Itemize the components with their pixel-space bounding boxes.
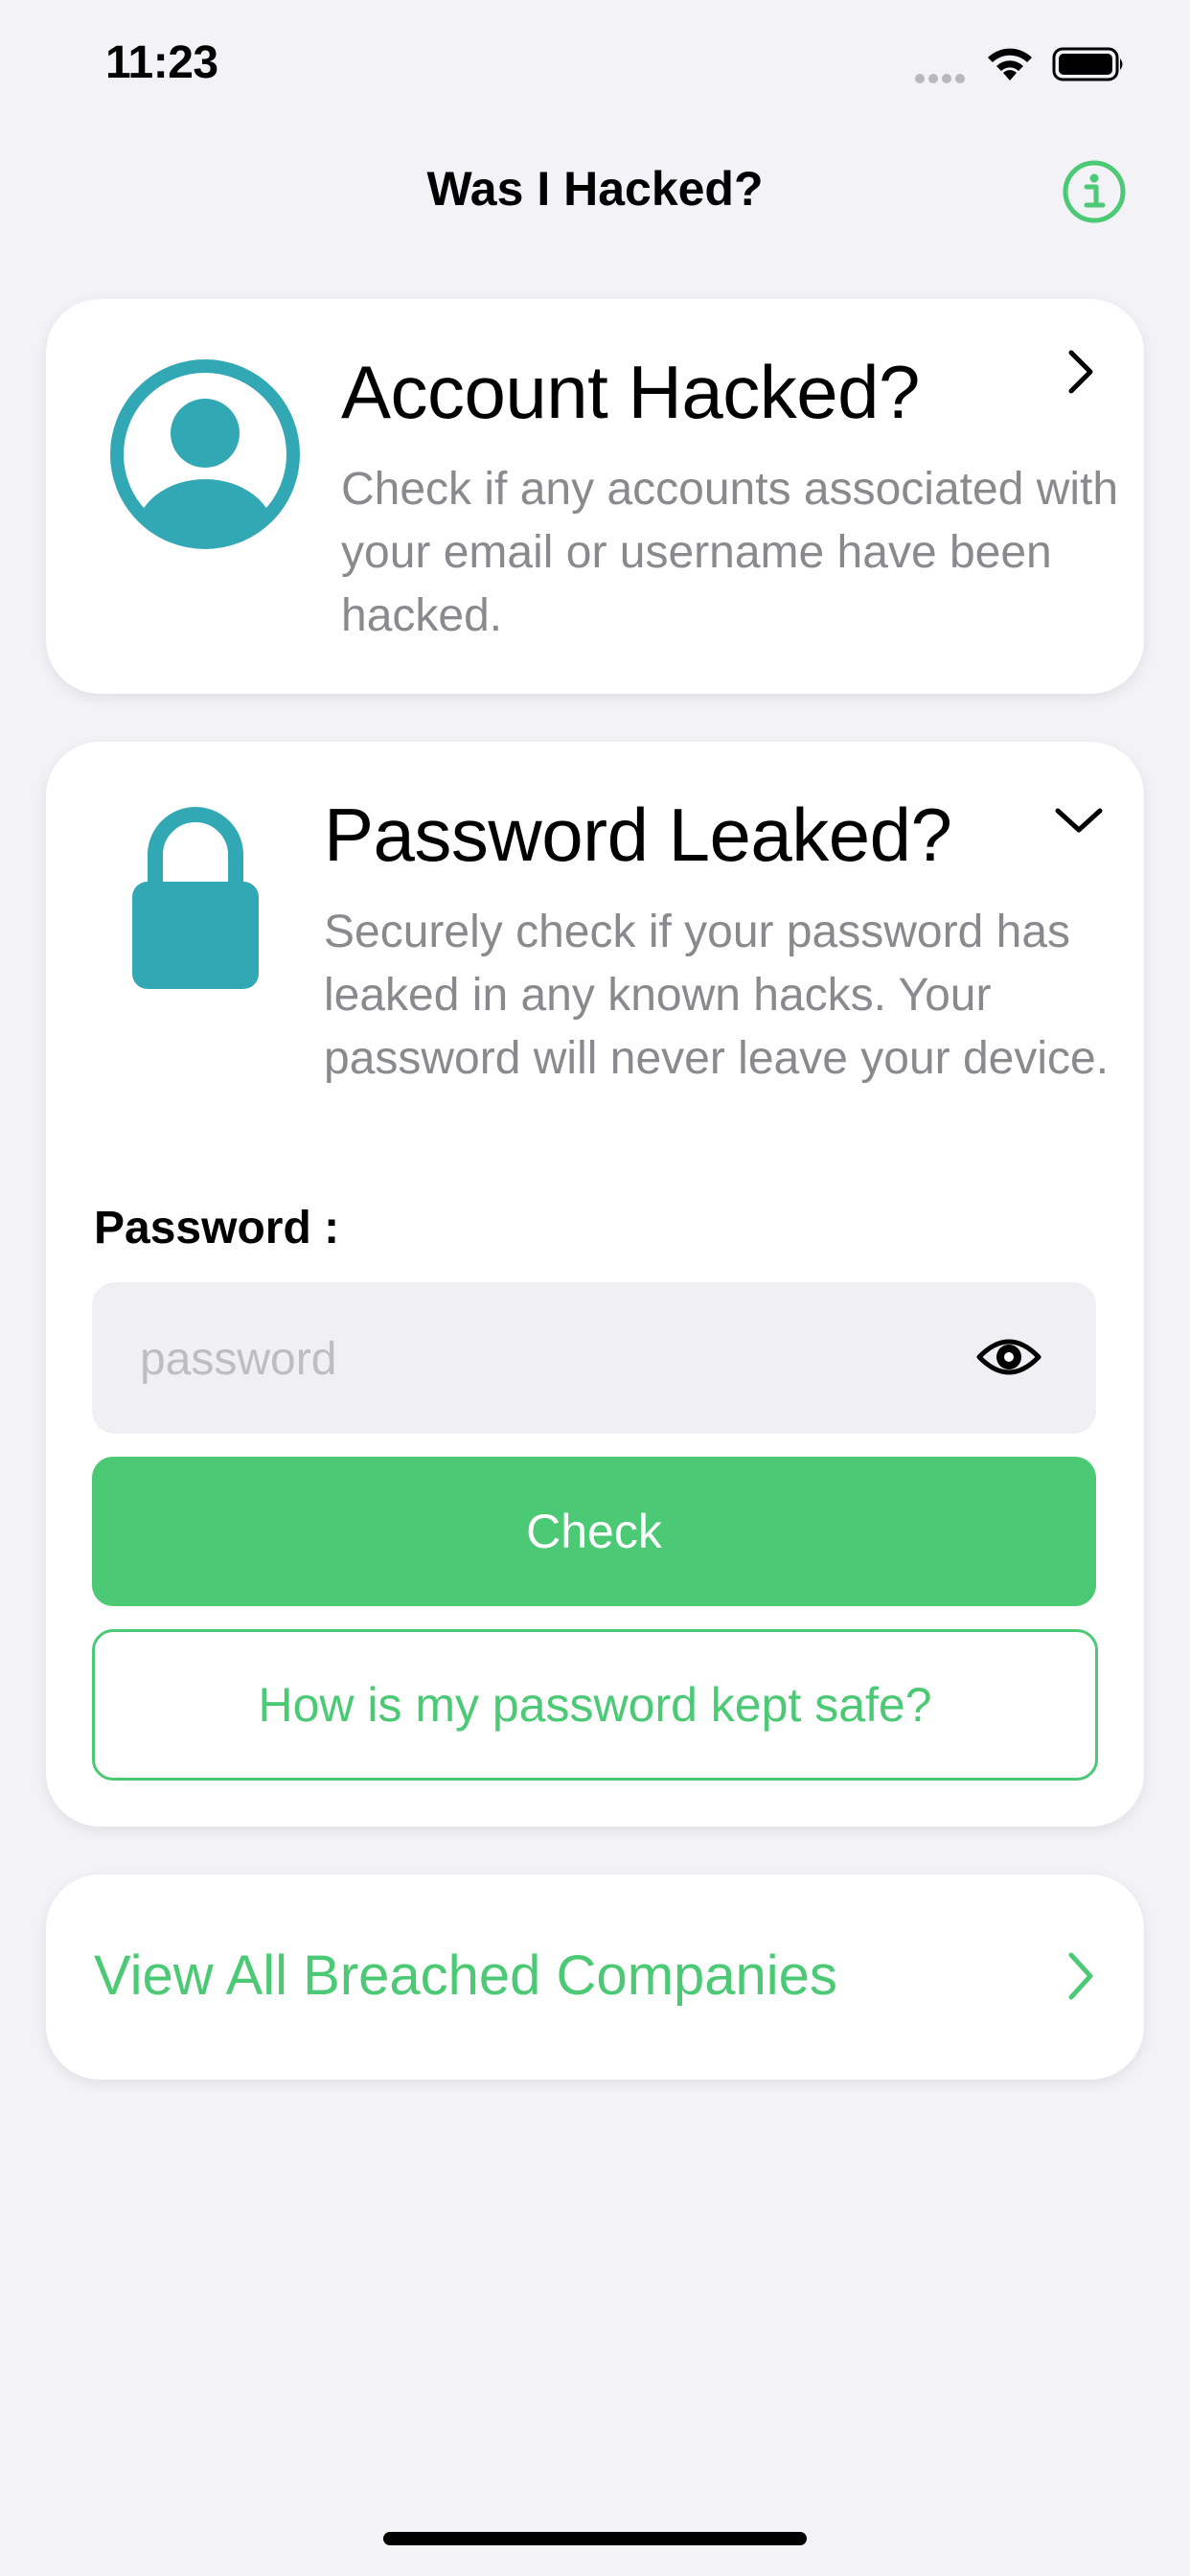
- password-card-title: Password Leaked?: [324, 793, 952, 877]
- view-breached-companies-label[interactable]: View All Breached Companies: [94, 1944, 837, 2008]
- password-field-label: Password :: [94, 1203, 340, 1254]
- battery-icon: [1052, 46, 1127, 82]
- password-card-description: Securely check if your password has leak…: [324, 907, 1110, 1084]
- user-avatar-icon: [109, 358, 301, 550]
- info-icon[interactable]: [1062, 159, 1127, 224]
- chevron-right-icon[interactable]: [1062, 345, 1100, 399]
- signal-icon: [915, 71, 971, 83]
- status-time: 11:23: [105, 37, 218, 88]
- account-card-description: Check if any accounts associated with yo…: [341, 464, 1119, 641]
- chevron-down-icon[interactable]: [1050, 801, 1108, 840]
- home-indicator[interactable]: [383, 2532, 807, 2545]
- eye-icon[interactable]: [975, 1328, 1042, 1386]
- password-field[interactable]: [92, 1282, 1096, 1436]
- lock-icon: [128, 801, 263, 989]
- password-leaked-card: Password Leaked? Securely check if your …: [46, 742, 1144, 1827]
- account-card-title: Account Hacked?: [341, 350, 920, 434]
- wifi-icon: [985, 46, 1035, 82]
- account-hacked-card[interactable]: Account Hacked? Check if any accounts as…: [46, 299, 1144, 694]
- chevron-right-icon[interactable]: [1062, 1947, 1100, 2005]
- password-safety-info-button[interactable]: How is my password kept safe?: [92, 1629, 1098, 1781]
- check-button[interactable]: Check: [92, 1457, 1096, 1606]
- password-input[interactable]: [138, 1282, 966, 1436]
- view-breached-companies-card[interactable]: View All Breached Companies: [46, 1874, 1144, 2080]
- page-title: Was I Hacked?: [426, 162, 764, 216]
